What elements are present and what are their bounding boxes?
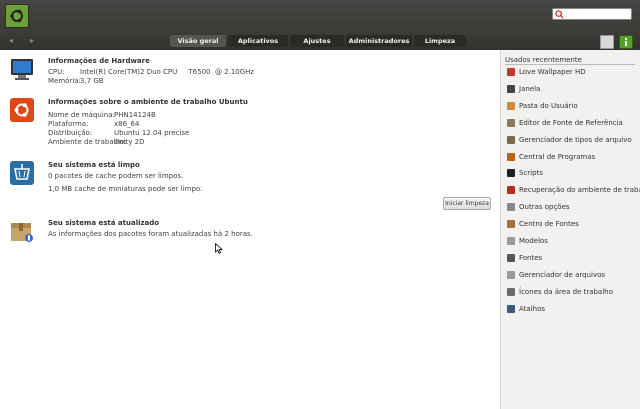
start-cleanup-button[interactable]: Iniciar limpeza — [443, 197, 491, 210]
ubuntu-icon — [10, 98, 34, 122]
tab-overview[interactable]: Visão geral — [170, 35, 226, 47]
recent-item-label: Central de Programas — [519, 152, 596, 161]
recent-item[interactable]: Atalhos — [507, 304, 637, 316]
updates-title: Seu sistema está atualizado — [48, 219, 160, 227]
thumbnail-cache-text: 1,0 MB cache de miniaturas pode ser limp… — [48, 185, 203, 193]
recent-item-icon — [507, 135, 515, 144]
clean-title: Seu sistema está limpo — [48, 161, 140, 169]
recent-item-icon — [507, 101, 515, 110]
recent-item-label: Recuperação do ambiente de trabalho — [519, 186, 640, 195]
search-icon — [555, 10, 564, 19]
recent-item[interactable]: Gerenciador de arquivos — [507, 270, 637, 282]
recent-item-icon — [507, 304, 515, 313]
recent-item-icon — [507, 253, 515, 262]
recent-item[interactable]: Gerenciador de tipos de arquivo — [507, 135, 637, 147]
recent-item-icon — [507, 118, 515, 127]
recent-item[interactable]: Modelos — [507, 236, 637, 248]
hostname-label: Nome de máquina: — [48, 111, 115, 119]
ubuntu-logo-icon — [10, 9, 23, 23]
distribution-value: Ubuntu 12.04 precise — [114, 129, 190, 137]
recent-item[interactable]: Pasta do Usuário — [507, 101, 637, 113]
cpu-value: Intel(R) Core(TM)2 Duo CPU T6500 @ 2.10G… — [80, 68, 255, 76]
desktop-env-value: Unity 2D — [114, 138, 145, 146]
cpu-row: CPU: Intel(R) Core(TM)2 Duo CPU T6500 @ 2… — [48, 68, 254, 76]
recent-item[interactable]: Outras opções — [507, 202, 637, 214]
recent-item-icon — [507, 270, 515, 279]
recent-item-icon — [507, 237, 515, 245]
recent-item[interactable]: Central de Programas — [507, 152, 637, 164]
recent-item-icon — [507, 68, 515, 76]
tab-tweaks[interactable]: Ajustes — [290, 35, 344, 47]
divider — [505, 64, 635, 65]
recent-item-label: Fontes — [519, 253, 543, 262]
recent-item-label: Janela — [519, 84, 541, 93]
recent-item-icon — [507, 152, 515, 161]
tab-applications[interactable]: Aplicativos — [228, 35, 288, 47]
recent-item-label: Gerenciador de arquivos — [519, 270, 606, 279]
recent-item-label: Modelos — [519, 237, 548, 245]
distribution-row: Distribuição: Ubuntu 12.04 precise — [48, 129, 189, 137]
platform-row: Plataforma: x86_64 — [48, 120, 139, 128]
recent-item-icon — [507, 287, 515, 296]
platform-value: x86_64 — [114, 120, 140, 128]
recent-item-icon — [507, 186, 515, 195]
recent-item-label: Atalhos — [519, 304, 546, 313]
hardware-title: Informações de Hardware — [48, 57, 150, 65]
recent-item-label: Pasta do Usuário — [519, 101, 578, 110]
recent-item-icon — [507, 169, 515, 178]
tab-admins[interactable]: Administradores — [346, 35, 412, 47]
recent-item[interactable]: Centro de Fontes — [507, 219, 637, 231]
package-update-icon — [11, 223, 33, 242]
broom-icon — [10, 161, 34, 185]
recent-item[interactable]: Scripts — [507, 168, 637, 180]
recent-item-label: Outras opções — [519, 203, 570, 212]
monitor-icon — [11, 59, 33, 80]
mouse-cursor-icon — [215, 243, 223, 254]
platform-label: Plataforma: — [48, 120, 89, 128]
recent-item-label: Ícones da área de trabalho — [519, 287, 613, 296]
recent-item[interactable]: Editor de Fonte de Referência — [507, 118, 637, 130]
recent-item[interactable]: Recuperação do ambiente de trabalho — [507, 185, 640, 197]
memory-row: Memória:3,7 GB — [48, 77, 104, 85]
recent-item-icon — [507, 220, 515, 229]
preferences-icon[interactable] — [600, 35, 614, 49]
memory-value: 3,7 GB — [80, 77, 104, 85]
hostname-value: PHN14124B — [114, 111, 156, 119]
tab-janitor[interactable]: Limpeza — [414, 35, 466, 47]
recent-item-icon — [507, 84, 515, 93]
recent-item[interactable]: Janela — [507, 84, 637, 96]
recent-item[interactable]: Ícones da área de trabalho — [507, 287, 637, 299]
recent-item[interactable]: Fontes — [507, 253, 637, 265]
top-bar — [0, 0, 640, 30]
updates-text: As informações dos pacotes foram atualiz… — [48, 230, 253, 238]
ubuntu-tweak-logo-button[interactable] — [5, 4, 29, 28]
recent-item-label: Editor de Fonte de Referência — [519, 118, 623, 127]
tab-bar: Visão geral Aplicativos Ajustes Administ… — [170, 35, 466, 47]
desktop-title: Informações sobre o ambiente de trabalho… — [48, 98, 248, 106]
cache-packages-text: 0 pacotes de cache podem ser limpos. — [48, 172, 184, 180]
recent-item-label: Centro de Fontes — [519, 220, 579, 229]
recent-item-label: Scripts — [519, 169, 543, 178]
desktop-env-row: Ambiente de trabalho:Unity 2D — [48, 138, 144, 146]
recent-sidebar: Usados recentemente Love Wallpaper HD Jan… — [500, 50, 640, 409]
recent-title: Usados recentemente — [505, 56, 582, 64]
search-input[interactable] — [552, 8, 632, 20]
distribution-label: Distribuição: — [48, 129, 93, 137]
recent-item-label: Gerenciador de tipos de arquivo — [519, 135, 632, 144]
recent-item-icon — [507, 203, 515, 212]
recent-item[interactable]: Love Wallpaper HD — [507, 67, 637, 79]
info-icon[interactable] — [619, 35, 633, 49]
recent-item-label: Love Wallpaper HD — [519, 68, 586, 76]
hostname-row: Nome de máquina:PHN14124B — [48, 111, 156, 119]
desktop-env-label: Ambiente de trabalho: — [48, 138, 127, 146]
memory-label: Memória: — [48, 77, 81, 85]
back-button[interactable]: ◂ — [9, 36, 13, 45]
forward-button[interactable]: ▸ — [30, 36, 34, 45]
cpu-label: CPU: — [48, 68, 65, 76]
